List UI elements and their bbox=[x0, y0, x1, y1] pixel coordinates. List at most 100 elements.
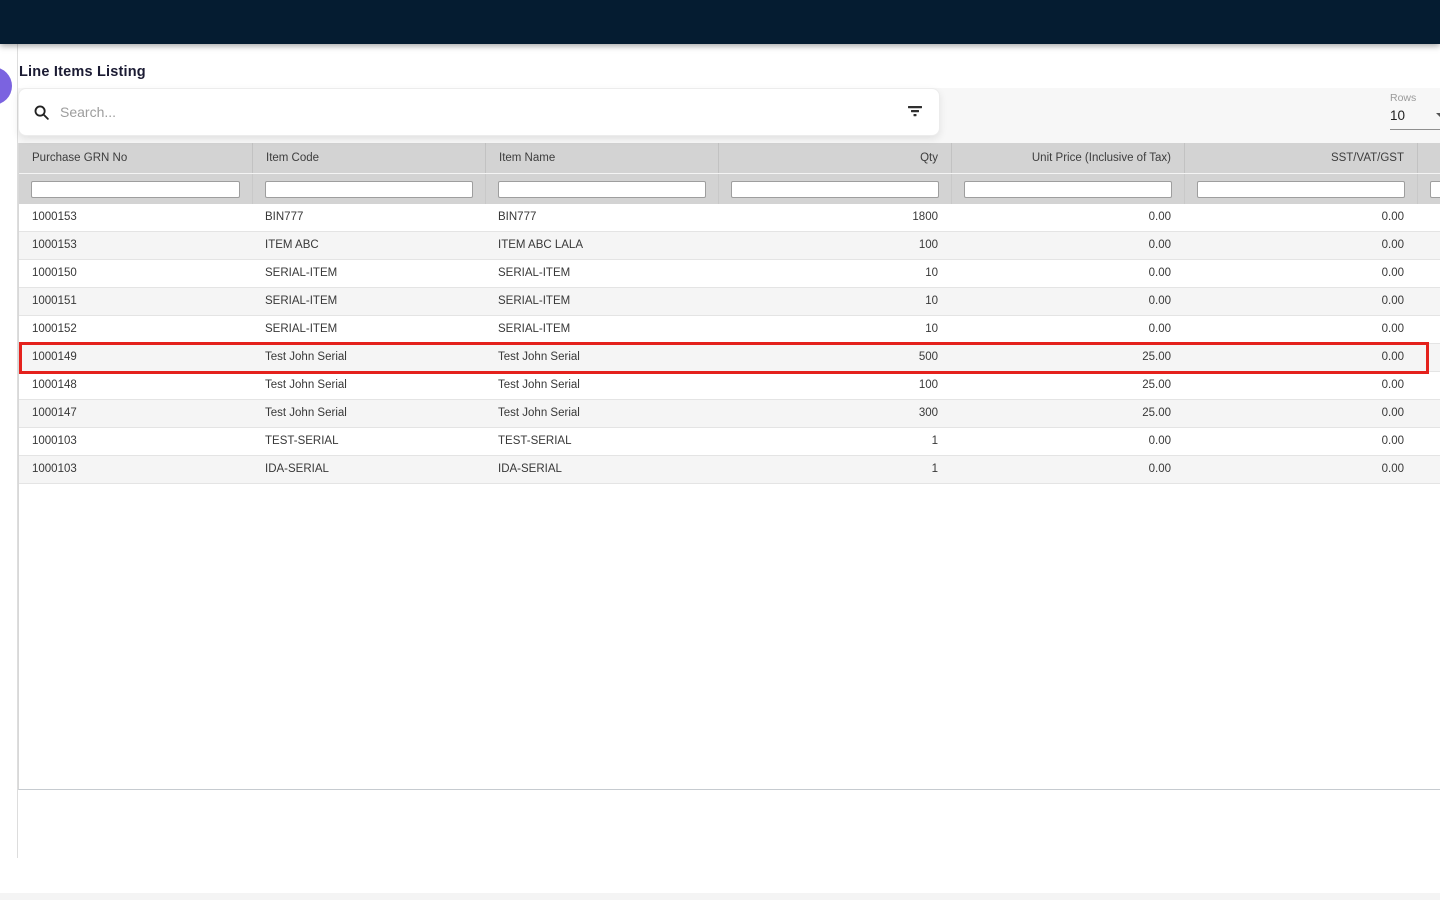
cell-item_code: Test John Serial bbox=[252, 372, 485, 399]
cell-qty: 1800 bbox=[718, 204, 951, 231]
table-row[interactable]: 1000153BIN777BIN77718000.000.00 bbox=[19, 204, 1440, 232]
filter-cell-extra bbox=[1417, 174, 1440, 204]
table-row[interactable]: 1000152SERIAL-ITEMSERIAL-ITEM100.000.00 bbox=[19, 316, 1440, 344]
cell-item_name: SERIAL-ITEM bbox=[485, 288, 718, 315]
filter-input-extra[interactable] bbox=[1430, 181, 1440, 198]
cell-purchase_grn_no: 1000103 bbox=[19, 456, 252, 483]
cell-unit_price: 0.00 bbox=[951, 288, 1184, 315]
table-row[interactable]: 1000103TEST-SERIALTEST-SERIAL10.000.00 bbox=[19, 428, 1440, 456]
table-row[interactable]: 1000153ITEM ABCITEM ABC LALA1000.000.00 bbox=[19, 232, 1440, 260]
cell-unit_price: 0.00 bbox=[951, 204, 1184, 231]
cell-sst_vat_gst: 0.00 bbox=[1184, 232, 1417, 259]
cell-item_code: TEST-SERIAL bbox=[252, 428, 485, 455]
filter-button[interactable] bbox=[903, 100, 927, 125]
filter-cell-item_name bbox=[485, 174, 718, 204]
column-header-qty: Qty bbox=[718, 143, 951, 173]
cell-item_code: SERIAL-ITEM bbox=[252, 316, 485, 343]
line-items-table: Purchase GRN NoItem CodeItem NameQtyUnit… bbox=[18, 143, 1440, 790]
cell-item_name: TEST-SERIAL bbox=[485, 428, 718, 455]
cell-sst_vat_gst: 0.00 bbox=[1184, 400, 1417, 427]
search-icon bbox=[33, 104, 50, 121]
rows-value: 10 bbox=[1390, 108, 1405, 123]
cell-qty: 100 bbox=[718, 372, 951, 399]
cell-item_code: Test John Serial bbox=[252, 400, 485, 427]
cell-sst_vat_gst: 0.00 bbox=[1184, 456, 1417, 483]
cell-sst_vat_gst: 0.00 bbox=[1184, 260, 1417, 287]
filter-cell-unit_price bbox=[951, 174, 1184, 204]
filter-input-item_code[interactable] bbox=[265, 181, 473, 198]
filter-input-purchase_grn_no[interactable] bbox=[31, 181, 240, 198]
filter-cell-item_code bbox=[252, 174, 485, 204]
cell-purchase_grn_no: 1000153 bbox=[19, 232, 252, 259]
floating-action-button[interactable] bbox=[0, 67, 12, 105]
cell-purchase_grn_no: 1000148 bbox=[19, 372, 252, 399]
cell-unit_price: 25.00 bbox=[951, 400, 1184, 427]
cell-unit_price: 25.00 bbox=[951, 344, 1184, 371]
filter-cell-purchase_grn_no bbox=[19, 174, 252, 204]
cell-qty: 10 bbox=[718, 316, 951, 343]
page-title: Line Items Listing bbox=[19, 64, 146, 80]
table-body: 1000153BIN777BIN77718000.000.001000153IT… bbox=[19, 204, 1440, 484]
cell-qty: 10 bbox=[718, 260, 951, 287]
cell-unit_price: 0.00 bbox=[951, 456, 1184, 483]
cell-item_name: SERIAL-ITEM bbox=[485, 316, 718, 343]
cell-sst_vat_gst: 0.00 bbox=[1184, 316, 1417, 343]
cell-purchase_grn_no: 1000103 bbox=[19, 428, 252, 455]
cell-extra bbox=[1417, 372, 1440, 399]
filter-cell-qty bbox=[718, 174, 951, 204]
search-card bbox=[18, 88, 940, 136]
cell-sst_vat_gst: 0.00 bbox=[1184, 204, 1417, 231]
table-row[interactable]: 1000103IDA-SERIALIDA-SERIAL10.000.00 bbox=[19, 456, 1440, 484]
cell-extra bbox=[1417, 400, 1440, 427]
search-input[interactable] bbox=[58, 103, 903, 121]
cell-extra bbox=[1417, 428, 1440, 455]
filter-row bbox=[19, 173, 1440, 204]
filter-input-sst_vat_gst[interactable] bbox=[1197, 181, 1405, 198]
cell-item_name: ITEM ABC LALA bbox=[485, 232, 718, 259]
column-header-purchase_grn_no: Purchase GRN No bbox=[19, 143, 252, 173]
cell-extra bbox=[1417, 232, 1440, 259]
cell-purchase_grn_no: 1000150 bbox=[19, 260, 252, 287]
filter-input-qty[interactable] bbox=[731, 181, 939, 198]
cell-sst_vat_gst: 0.00 bbox=[1184, 372, 1417, 399]
cell-item_code: BIN777 bbox=[252, 204, 485, 231]
filter-input-item_name[interactable] bbox=[498, 181, 706, 198]
table-row[interactable]: 1000150SERIAL-ITEMSERIAL-ITEM100.000.00 bbox=[19, 260, 1440, 288]
cell-qty: 10 bbox=[718, 288, 951, 315]
filter-icon bbox=[907, 104, 923, 121]
cell-extra bbox=[1417, 316, 1440, 343]
table-row[interactable]: 1000147Test John SerialTest John Serial3… bbox=[19, 400, 1440, 428]
rows-per-page-select[interactable]: Rows 10 bbox=[1390, 92, 1440, 130]
cell-item_code: SERIAL-ITEM bbox=[252, 260, 485, 287]
cell-purchase_grn_no: 1000153 bbox=[19, 204, 252, 231]
column-header-item_code: Item Code bbox=[252, 143, 485, 173]
cell-purchase_grn_no: 1000152 bbox=[19, 316, 252, 343]
cell-unit_price: 0.00 bbox=[951, 260, 1184, 287]
bottom-strip bbox=[0, 893, 1440, 900]
cell-sst_vat_gst: 0.00 bbox=[1184, 288, 1417, 315]
cell-qty: 100 bbox=[718, 232, 951, 259]
chevron-down-icon bbox=[1436, 113, 1440, 118]
table-row[interactable]: 1000148Test John SerialTest John Serial1… bbox=[19, 372, 1440, 400]
top-bar bbox=[0, 0, 1440, 44]
cell-extra bbox=[1417, 204, 1440, 231]
cell-purchase_grn_no: 1000149 bbox=[19, 344, 252, 371]
cell-qty: 300 bbox=[718, 400, 951, 427]
cell-extra bbox=[1417, 260, 1440, 287]
cell-qty: 500 bbox=[718, 344, 951, 371]
column-header-item_name: Item Name bbox=[485, 143, 718, 173]
filter-input-unit_price[interactable] bbox=[964, 181, 1172, 198]
cell-purchase_grn_no: 1000151 bbox=[19, 288, 252, 315]
cell-item_code: ITEM ABC bbox=[252, 232, 485, 259]
column-header-unit_price: Unit Price (Inclusive of Tax) bbox=[951, 143, 1184, 173]
cell-unit_price: 25.00 bbox=[951, 372, 1184, 399]
header-row: Purchase GRN NoItem CodeItem NameQtyUnit… bbox=[19, 143, 1440, 173]
cell-item_code: IDA-SERIAL bbox=[252, 456, 485, 483]
cell-sst_vat_gst: 0.00 bbox=[1184, 428, 1417, 455]
cell-item_name: SERIAL-ITEM bbox=[485, 260, 718, 287]
table-row[interactable]: 1000149Test John SerialTest John Serial5… bbox=[19, 344, 1440, 372]
rows-label: Rows bbox=[1390, 92, 1440, 104]
table-row[interactable]: 1000151SERIAL-ITEMSERIAL-ITEM100.000.00 bbox=[19, 288, 1440, 316]
cell-unit_price: 0.00 bbox=[951, 428, 1184, 455]
cell-extra bbox=[1417, 288, 1440, 315]
